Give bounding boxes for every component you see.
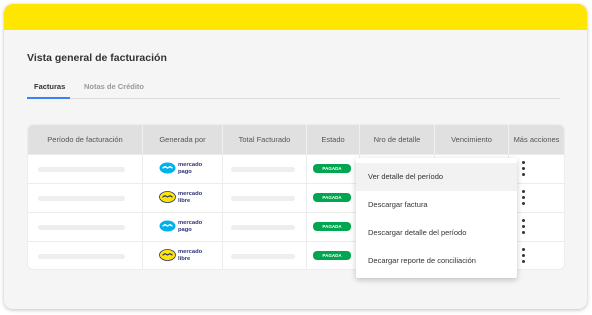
menu-item-descargar-conciliacion[interactable]: Decargar reporte de conciliación <box>356 247 517 275</box>
total-cell <box>223 242 307 269</box>
status-badge: PAGADA <box>313 193 351 202</box>
page-title: Vista general de facturación <box>27 52 167 64</box>
total-placeholder <box>231 254 295 259</box>
tab-facturas[interactable]: Facturas <box>27 82 70 99</box>
column-header-periodo: Período de facturación <box>28 125 143 154</box>
tab-notas-de-credito[interactable]: Notas de Crédito <box>84 82 144 99</box>
app-window: Vista general de facturación Facturas No… <box>4 4 587 309</box>
logo-wordmark: mercado pago <box>178 162 202 175</box>
logo-line-1: mercado <box>178 249 203 255</box>
logo-line-1: mercado <box>178 191 203 197</box>
row-actions-menu: Ver detalle del período Descargar factur… <box>356 158 517 278</box>
more-vertical-icon[interactable] <box>521 190 527 207</box>
menu-item-descargar-detalle[interactable]: Descargar detalle del período <box>356 219 517 247</box>
period-placeholder <box>38 225 125 230</box>
status-badge: PAGADA <box>313 251 351 260</box>
period-cell <box>28 155 143 183</box>
logo-line-2: pago <box>178 168 192 175</box>
column-header-estado: Estado <box>307 125 360 154</box>
menu-item-ver-detalle[interactable]: Ver detalle del período <box>356 163 517 191</box>
mercado-pago-logo: mercado pago <box>159 161 207 178</box>
status-cell: PAGADA <box>307 184 360 212</box>
generated-by-cell: mercado pago <box>143 213 223 241</box>
generated-by-cell: mercado pago <box>143 155 223 183</box>
period-placeholder <box>38 167 125 172</box>
logo-line-1: mercado <box>178 162 203 168</box>
more-vertical-icon[interactable] <box>521 161 527 178</box>
period-placeholder <box>38 254 125 259</box>
total-placeholder <box>231 167 295 172</box>
column-header-nro-detalle: Nro de detalle <box>360 125 435 154</box>
column-header-generada-por: Generada por <box>143 125 223 154</box>
period-placeholder <box>38 196 125 201</box>
logo-wordmark: mercado pago <box>178 220 202 233</box>
mercado-pago-handshake-icon <box>159 220 176 232</box>
menu-item-descargar-factura[interactable]: Descargar factura <box>356 191 517 219</box>
total-placeholder <box>231 196 295 201</box>
mercado-libre-handshake-icon <box>159 249 176 261</box>
column-header-vencimiento: Vencimiento <box>435 125 509 154</box>
period-cell <box>28 184 143 212</box>
status-badge: PAGADA <box>313 164 351 173</box>
status-cell: PAGADA <box>307 213 360 241</box>
status-cell: PAGADA <box>307 155 360 183</box>
status-badge: PAGADA <box>313 222 351 231</box>
table-header: Período de facturación Generada por Tota… <box>28 125 564 154</box>
logo-line-1: mercado <box>178 220 203 226</box>
logo-line-2: libre <box>178 255 191 262</box>
status-cell: PAGADA <box>307 242 360 269</box>
generated-by-cell: mercado libre <box>143 242 223 269</box>
mercado-pago-logo: mercado pago <box>159 219 207 236</box>
top-navigation-bar <box>4 4 587 30</box>
logo-line-2: libre <box>178 197 191 204</box>
more-vertical-icon[interactable] <box>521 219 527 236</box>
generated-by-cell: mercado libre <box>143 184 223 212</box>
more-vertical-icon[interactable] <box>521 248 527 265</box>
mercado-libre-handshake-icon <box>159 191 176 203</box>
total-placeholder <box>231 225 295 230</box>
mercado-libre-logo: mercado libre <box>159 190 207 207</box>
mercado-libre-logo: mercado libre <box>159 248 207 265</box>
column-header-total-facturado: Total Facturado <box>223 125 307 154</box>
total-cell <box>223 155 307 183</box>
logo-wordmark: mercado libre <box>178 191 202 204</box>
period-cell <box>28 242 143 269</box>
logo-line-2: pago <box>178 226 192 233</box>
total-cell <box>223 184 307 212</box>
total-cell <box>223 213 307 241</box>
period-cell <box>28 213 143 241</box>
mercado-pago-handshake-icon <box>159 162 176 174</box>
column-header-mas-acciones: Más acciones <box>513 135 560 144</box>
logo-wordmark: mercado libre <box>178 249 202 262</box>
tab-bar: Facturas Notas de Crédito <box>27 82 560 99</box>
